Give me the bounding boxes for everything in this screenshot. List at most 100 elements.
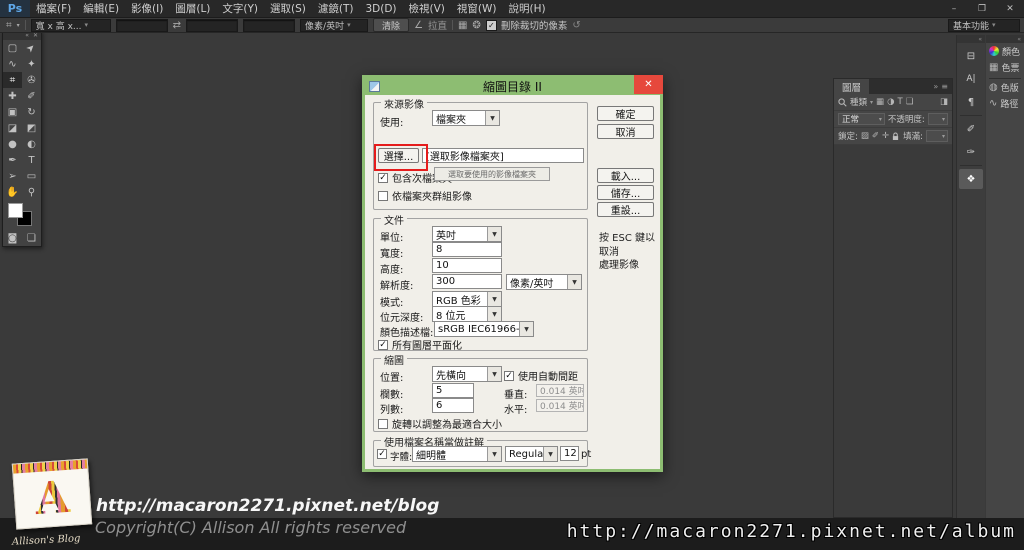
group-by-folder-checkbox[interactable]: 依檔案夾群組影像 xyxy=(378,188,472,203)
color-profile-dropdown[interactable]: sRGB IEC61966-2.1 ▼ xyxy=(434,321,534,337)
bit-depth-dropdown[interactable]: 8 位元 ▼ xyxy=(432,306,502,322)
resolution-input[interactable]: 300 xyxy=(432,274,502,289)
flatten-layers-checkbox[interactable]: ✓ 所有圖層平面化 xyxy=(378,337,462,352)
lasso-tool[interactable]: ∿ xyxy=(3,56,22,72)
auto-spacing-checkbox[interactable]: ✓ 使用自動間距 xyxy=(504,368,578,383)
spot-healing-brush-tool[interactable]: ✚ xyxy=(3,88,22,104)
brush-tool[interactable]: ✐ xyxy=(22,88,41,104)
resolution-unit-dropdown[interactable]: 像素/英吋 ▼ xyxy=(506,274,582,290)
cancel-button[interactable]: 取消 xyxy=(597,124,654,139)
blend-mode-dropdown[interactable]: 正常 ▾ xyxy=(838,113,885,125)
panel-menu-icon[interactable]: ≡ xyxy=(941,82,948,91)
swap-dimensions-icon[interactable]: ⇄ xyxy=(173,20,181,31)
dodge-tool[interactable]: ◐ xyxy=(22,136,41,152)
rectangular-marquee-tool[interactable]: ▢ xyxy=(3,40,22,56)
folder-path-field[interactable]: [選取影像檔案夾] xyxy=(422,148,584,163)
menu-help[interactable]: 說明(H) xyxy=(503,1,552,16)
menu-type[interactable]: 文字(Y) xyxy=(216,1,264,16)
eyedropper-tool[interactable]: ✇ xyxy=(22,72,41,88)
dialog-title-bar[interactable]: 縮圖目錄 II ✕ xyxy=(365,75,663,95)
clear-button[interactable]: 清除 xyxy=(373,18,410,32)
expand-icon[interactable]: « xyxy=(1017,36,1021,43)
menu-edit[interactable]: 編輯(E) xyxy=(77,1,125,16)
chevron-down-icon[interactable]: ▾ xyxy=(17,22,20,29)
zoom-tool[interactable]: ⚲ xyxy=(22,184,41,200)
type-tool[interactable]: T xyxy=(22,152,41,168)
font-dropdown[interactable]: 細明體 ▼ xyxy=(412,446,502,462)
crop-resolution-input[interactable] xyxy=(243,18,296,32)
paths-panel-button[interactable]: ∿ 路徑 xyxy=(986,95,1024,111)
filter-shape-icon[interactable]: ❏ xyxy=(906,97,914,107)
resolution-unit-dropdown[interactable]: 像素/英吋 ▾ xyxy=(300,18,369,32)
rectangle-tool[interactable]: ▭ xyxy=(22,168,41,184)
foreground-color-swatch[interactable] xyxy=(8,203,23,218)
brush-panel-icon[interactable]: ✐ xyxy=(957,119,985,139)
lock-all-icon[interactable] xyxy=(892,132,899,141)
font-style-dropdown[interactable]: Regular ▼ xyxy=(505,446,558,462)
font-size-input[interactable]: 12 xyxy=(560,446,579,461)
paragraph-panel-icon[interactable]: ¶ xyxy=(957,92,985,112)
crop-height-input[interactable] xyxy=(186,18,239,32)
history-brush-tool[interactable]: ↻ xyxy=(22,104,41,120)
filter-adjustment-icon[interactable]: ◑ xyxy=(887,97,894,107)
columns-input[interactable]: 5 xyxy=(432,383,474,398)
menu-image[interactable]: 影像(I) xyxy=(125,1,169,16)
reset-icon[interactable]: ↺ xyxy=(572,20,580,31)
place-dropdown[interactable]: 先橫向 ▼ xyxy=(432,366,502,382)
opacity-dropdown[interactable]: ▾ xyxy=(927,113,948,125)
lock-paint-icon[interactable]: ✐ xyxy=(872,131,879,141)
close-button[interactable]: ✕ xyxy=(996,1,1024,16)
rotate-for-fit-checkbox[interactable]: 旋轉以調整為最適合大小 xyxy=(378,416,502,431)
restore-button[interactable]: ❐ xyxy=(968,1,996,16)
layers-panel-icon[interactable]: ❖ xyxy=(959,169,983,189)
magic-wand-tool[interactable]: ✦ xyxy=(22,56,41,72)
collapse-icon[interactable]: « xyxy=(25,32,29,39)
close-icon[interactable]: ✕ xyxy=(33,32,38,39)
lock-move-icon[interactable]: ✛ xyxy=(882,131,889,141)
character-styles-panel-icon[interactable]: A| xyxy=(957,69,985,89)
filter-toggle-icon[interactable]: ◨ xyxy=(940,97,948,107)
adjustments-panel-icon[interactable]: ⊟ xyxy=(957,46,985,66)
menu-window[interactable]: 視窗(W) xyxy=(451,1,503,16)
tab-layers[interactable]: 圖層 xyxy=(834,79,870,94)
pen-tool[interactable]: ✒ xyxy=(3,152,22,168)
blur-tool[interactable]: ● xyxy=(3,136,22,152)
color-panel-button[interactable]: 顏色 xyxy=(986,43,1024,59)
eraser-tool[interactable]: ◪ xyxy=(3,120,22,136)
filter-pixel-icon[interactable]: ▦ xyxy=(876,97,884,107)
crop-preset-dropdown[interactable]: 寬 x 高 x... ▾ xyxy=(30,18,111,32)
mode-dropdown[interactable]: RGB 色彩 ▼ xyxy=(432,291,502,307)
overlay-grid-icon[interactable]: ▦ xyxy=(458,20,467,31)
expand-icon[interactable]: « xyxy=(978,36,982,43)
rows-input[interactable]: 6 xyxy=(432,398,474,413)
minimize-button[interactable]: – xyxy=(940,1,968,16)
save-button[interactable]: 儲存... xyxy=(597,185,654,200)
lock-transparency-icon[interactable]: ▨ xyxy=(861,131,869,141)
screen-mode-icon[interactable]: ❏ xyxy=(22,230,41,246)
reset-button[interactable]: 重設... xyxy=(597,202,654,217)
hand-tool[interactable]: ✋ xyxy=(3,184,22,200)
use-font-checkbox[interactable]: ✓ xyxy=(377,449,387,459)
load-button[interactable]: 載入... xyxy=(597,168,654,183)
menu-3d[interactable]: 3D(D) xyxy=(359,3,402,15)
channels-panel-button[interactable]: ◍ 色版 xyxy=(986,79,1024,95)
straighten-label[interactable]: 拉直 xyxy=(428,18,447,32)
menu-select[interactable]: 選取(S) xyxy=(264,1,312,16)
width-input[interactable]: 8 xyxy=(432,242,502,257)
menu-filter[interactable]: 濾鏡(T) xyxy=(312,1,360,16)
filter-kind-label[interactable]: 種類 xyxy=(850,96,867,108)
crop-tool[interactable]: ⌗ xyxy=(3,72,22,88)
delete-cropped-pixels-checkbox[interactable]: ✓ 刪除裁切的像素 xyxy=(485,18,567,32)
tool-presets-panel-icon[interactable]: ✑ xyxy=(957,142,985,162)
fill-dropdown[interactable]: ▾ xyxy=(926,130,948,142)
crop-width-input[interactable] xyxy=(115,18,168,32)
filter-type-icon[interactable]: T xyxy=(897,97,902,107)
move-tool[interactable]: ➤ xyxy=(22,40,41,56)
quick-mask-icon[interactable]: ◙ xyxy=(3,230,22,246)
workspace-dropdown[interactable]: 基本功能 ▾ xyxy=(948,18,1020,32)
clone-stamp-tool[interactable]: ▣ xyxy=(3,104,22,120)
crop-settings-gear-icon[interactable]: ❂ xyxy=(473,20,481,31)
gradient-tool[interactable]: ◩ xyxy=(22,120,41,136)
menu-view[interactable]: 檢視(V) xyxy=(403,1,451,16)
menu-file[interactable]: 檔案(F) xyxy=(30,1,77,16)
